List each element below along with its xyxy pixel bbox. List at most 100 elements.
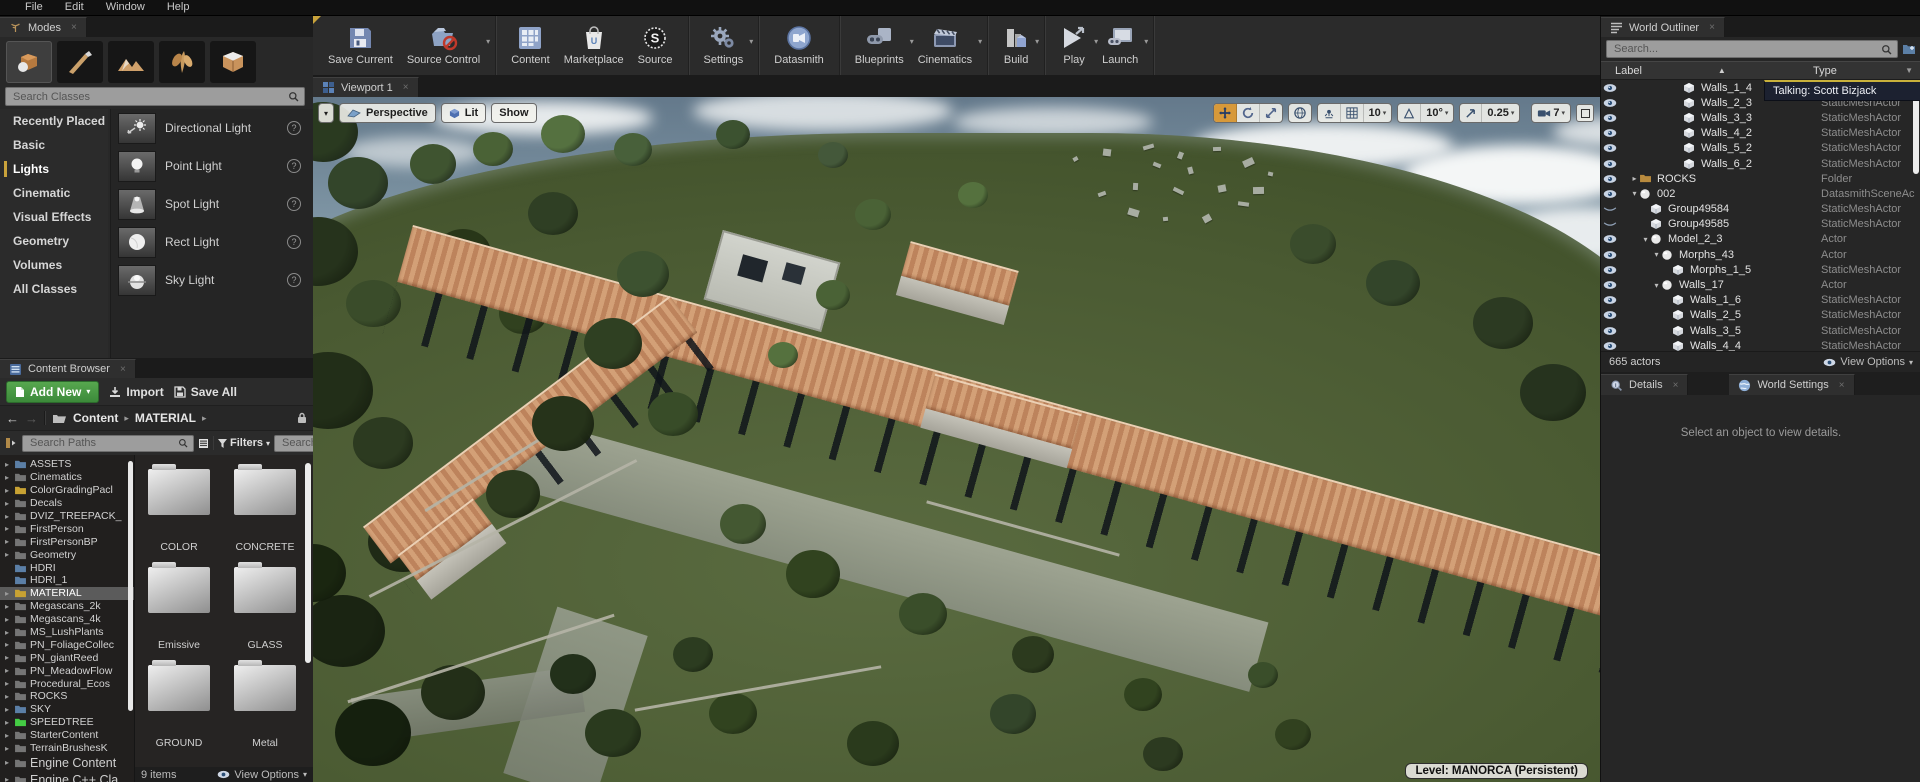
folder-tree-item-ms-lushplants[interactable]: ▸MS_LushPlants <box>0 626 134 639</box>
category-geometry[interactable]: Geometry <box>0 229 108 253</box>
folder-tree-item-colorgradingpacl[interactable]: ▸ColorGradingPacl <box>0 484 134 497</box>
eye-icon[interactable] <box>1601 341 1619 351</box>
menu-help[interactable]: Help <box>156 0 201 15</box>
folder-tree-item-pn-meadowflow[interactable]: ▸PN_MeadowFlow <box>0 664 134 677</box>
outliner-row-walls-1-6[interactable]: Walls_1_6StaticMeshActor <box>1601 293 1920 308</box>
expander-icon[interactable]: ▸ <box>3 744 11 753</box>
eye-icon[interactable] <box>1601 326 1619 336</box>
folder-tree-item-firstpersonbp[interactable]: ▸FirstPersonBP <box>0 535 134 548</box>
chevron-down-icon[interactable]: ▾ <box>1144 37 1148 46</box>
save-all-button[interactable]: Save All <box>174 385 237 399</box>
breadcrumb[interactable]: Content▸MATERIAL▸ <box>73 411 291 425</box>
expander-icon[interactable]: ▸ <box>3 653 11 662</box>
search-classes-input[interactable] <box>11 90 284 104</box>
placeable-rect-light[interactable]: Rect Light? <box>111 223 313 261</box>
outliner-row-walls-2-5[interactable]: Walls_2_5StaticMeshActor <box>1601 308 1920 323</box>
search-paths-input[interactable] <box>28 436 174 450</box>
outliner-row-morphs-1-5[interactable]: Morphs_1_5StaticMeshActor <box>1601 262 1920 277</box>
eye-icon[interactable] <box>1601 143 1619 153</box>
folder-tree-item-speedtree[interactable]: ▸SPEEDTREE <box>0 716 134 729</box>
column-filter-icon[interactable]: ▼ <box>1905 66 1913 75</box>
expander-icon[interactable]: ▸ <box>3 512 11 521</box>
scrollbar[interactable] <box>128 461 133 711</box>
folder-tree-item-geometry[interactable]: ▸Geometry <box>0 548 134 561</box>
build-button[interactable]: ▾Build <box>996 15 1036 75</box>
viewport-3d[interactable]: ▾ Perspective Lit Show <box>313 97 1600 782</box>
folder-tree-item-sky[interactable]: ▸SKY <box>0 703 134 716</box>
chevron-down-icon[interactable]: ▾ <box>486 37 490 46</box>
blueprints-button[interactable]: ▾Blueprints <box>848 15 911 75</box>
asset-folder-glass[interactable]: GLASS <box>233 567 297 651</box>
source-button[interactable]: SSource <box>631 15 680 75</box>
folder-tree-item-procedural-ecos[interactable]: ▸Procedural_Ecos <box>0 677 134 690</box>
close-icon[interactable]: × <box>1709 22 1715 33</box>
placeable-directional-light[interactable]: Directional Light? <box>111 109 313 147</box>
rotation-snap-value[interactable]: 10° ▾ <box>1421 104 1453 122</box>
expander-icon[interactable]: ▸ <box>3 731 11 740</box>
rotate-tool-button[interactable] <box>1237 104 1260 122</box>
category-volumes[interactable]: Volumes <box>0 253 108 277</box>
folder-tree-item-startercontent[interactable]: ▸StarterContent <box>0 729 134 742</box>
eye-icon[interactable] <box>1601 265 1619 275</box>
outliner-row-group49585[interactable]: Group49585StaticMeshActor <box>1601 217 1920 232</box>
eye-icon[interactable] <box>1601 250 1619 260</box>
camera-mode-button[interactable]: Perspective <box>339 103 436 123</box>
expander-icon[interactable]: ▾ <box>1652 281 1661 290</box>
settings-button[interactable]: ▾Settings <box>697 15 751 75</box>
list-view-icon[interactable] <box>198 438 209 449</box>
expander-icon[interactable]: ▸ <box>1630 174 1639 183</box>
category-visual-effects[interactable]: Visual Effects <box>0 205 108 229</box>
outliner-row-002[interactable]: ▾002DatasmithSceneAc <box>1601 186 1920 201</box>
expander-icon[interactable]: ▸ <box>3 537 11 546</box>
camera-speed-button[interactable]: 7 ▾ <box>1532 104 1570 122</box>
outliner-row-walls-3-3[interactable]: Walls_3_3StaticMeshActor <box>1601 110 1920 125</box>
tab-details[interactable]: iDetails× <box>1601 374 1688 395</box>
filters-button[interactable]: Filters ▾ <box>218 437 270 449</box>
category-all-classes[interactable]: All Classes <box>0 277 108 301</box>
folder-tree-item-pn-giantreed[interactable]: ▸PN_giantReed <box>0 651 134 664</box>
column-type[interactable]: Type ▼ <box>1813 65 1920 77</box>
folder-tree-item-pn-foliagecollec[interactable]: ▸PN_FoliageCollec <box>0 638 134 651</box>
outliner-row-group49584[interactable]: Group49584StaticMeshActor <box>1601 202 1920 217</box>
scale-snap-value[interactable]: 0.25 ▾ <box>1482 104 1519 122</box>
datasmith-button[interactable]: Datasmith <box>767 15 831 75</box>
eye-icon[interactable] <box>1601 83 1619 93</box>
outliner-row-walls-3-5[interactable]: Walls_3_5StaticMeshActor <box>1601 323 1920 338</box>
chevron-down-icon[interactable]: ▾ <box>978 37 982 46</box>
folder-tree-item-assets[interactable]: ▸ASSETS <box>0 458 134 471</box>
folder-tree-item-material[interactable]: ▸MATERIAL <box>0 587 134 600</box>
expander-icon[interactable]: ▸ <box>3 589 11 598</box>
expander-icon[interactable]: ▸ <box>3 705 11 714</box>
folder-tree-item-hdri[interactable]: HDRI <box>0 561 134 574</box>
play-button[interactable]: ▾Play <box>1053 15 1095 75</box>
expander-icon[interactable]: ▸ <box>3 602 11 611</box>
outliner-row-rocks[interactable]: ▸ROCKSFolder <box>1601 171 1920 186</box>
show-flags-button[interactable]: Show <box>491 103 536 123</box>
folder-tree-item-firstperson[interactable]: ▸FirstPerson <box>0 522 134 535</box>
outliner-row-walls-4-4[interactable]: Walls_4_4StaticMeshActor <box>1601 338 1920 351</box>
tab-content-browser[interactable]: Content Browser × <box>0 359 136 378</box>
surface-snap-button[interactable] <box>1318 104 1341 122</box>
launch-button[interactable]: ▾Launch <box>1095 15 1145 75</box>
expander-icon[interactable]: ▾ <box>1630 189 1639 198</box>
content-button[interactable]: Content <box>504 15 557 75</box>
asset-folder-metal[interactable]: Metal <box>233 665 297 749</box>
scrollbar[interactable] <box>305 463 311 663</box>
folder-tree-item-cinematics[interactable]: ▸Cinematics <box>0 471 134 484</box>
rotation-snap-toggle[interactable] <box>1398 104 1421 122</box>
category-cinematic[interactable]: Cinematic <box>0 181 108 205</box>
help-icon[interactable]: ? <box>287 159 301 173</box>
grid-snap-value[interactable]: 10 ▾ <box>1364 104 1392 122</box>
import-button[interactable]: Import <box>109 385 163 399</box>
expander-icon[interactable]: ▸ <box>3 460 11 469</box>
eye-icon[interactable] <box>1601 189 1619 199</box>
mode-landscape-button[interactable] <box>108 41 154 83</box>
eye-closed-icon[interactable] <box>1601 219 1619 229</box>
eye-icon[interactable] <box>1601 98 1619 108</box>
asset-folder-ground[interactable]: GROUND <box>147 665 211 749</box>
outliner-row-morphs-43[interactable]: ▾Morphs_43Actor <box>1601 247 1920 262</box>
expander-icon[interactable]: ▸ <box>3 615 11 624</box>
eye-icon[interactable] <box>1601 234 1619 244</box>
eye-icon[interactable] <box>1601 113 1619 123</box>
menu-file[interactable]: File <box>14 0 54 15</box>
